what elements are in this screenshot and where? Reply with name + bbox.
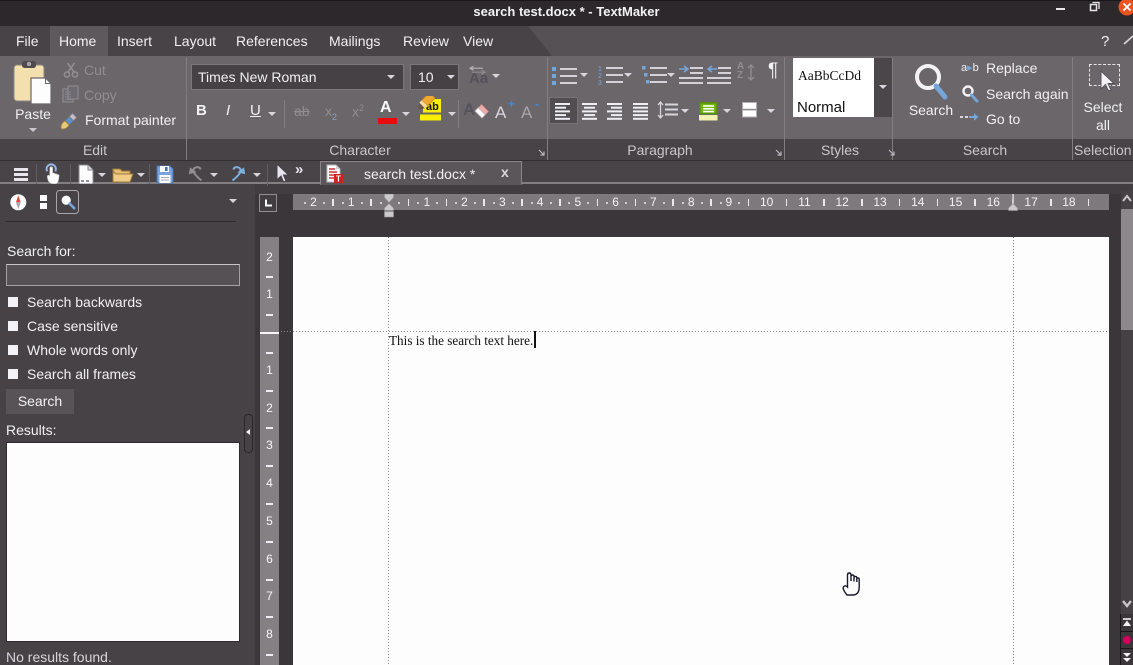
svg-text:2: 2	[598, 73, 602, 80]
svg-text:3: 3	[598, 80, 602, 86]
svg-text:1: 1	[598, 66, 602, 73]
svg-text:T: T	[336, 175, 341, 184]
